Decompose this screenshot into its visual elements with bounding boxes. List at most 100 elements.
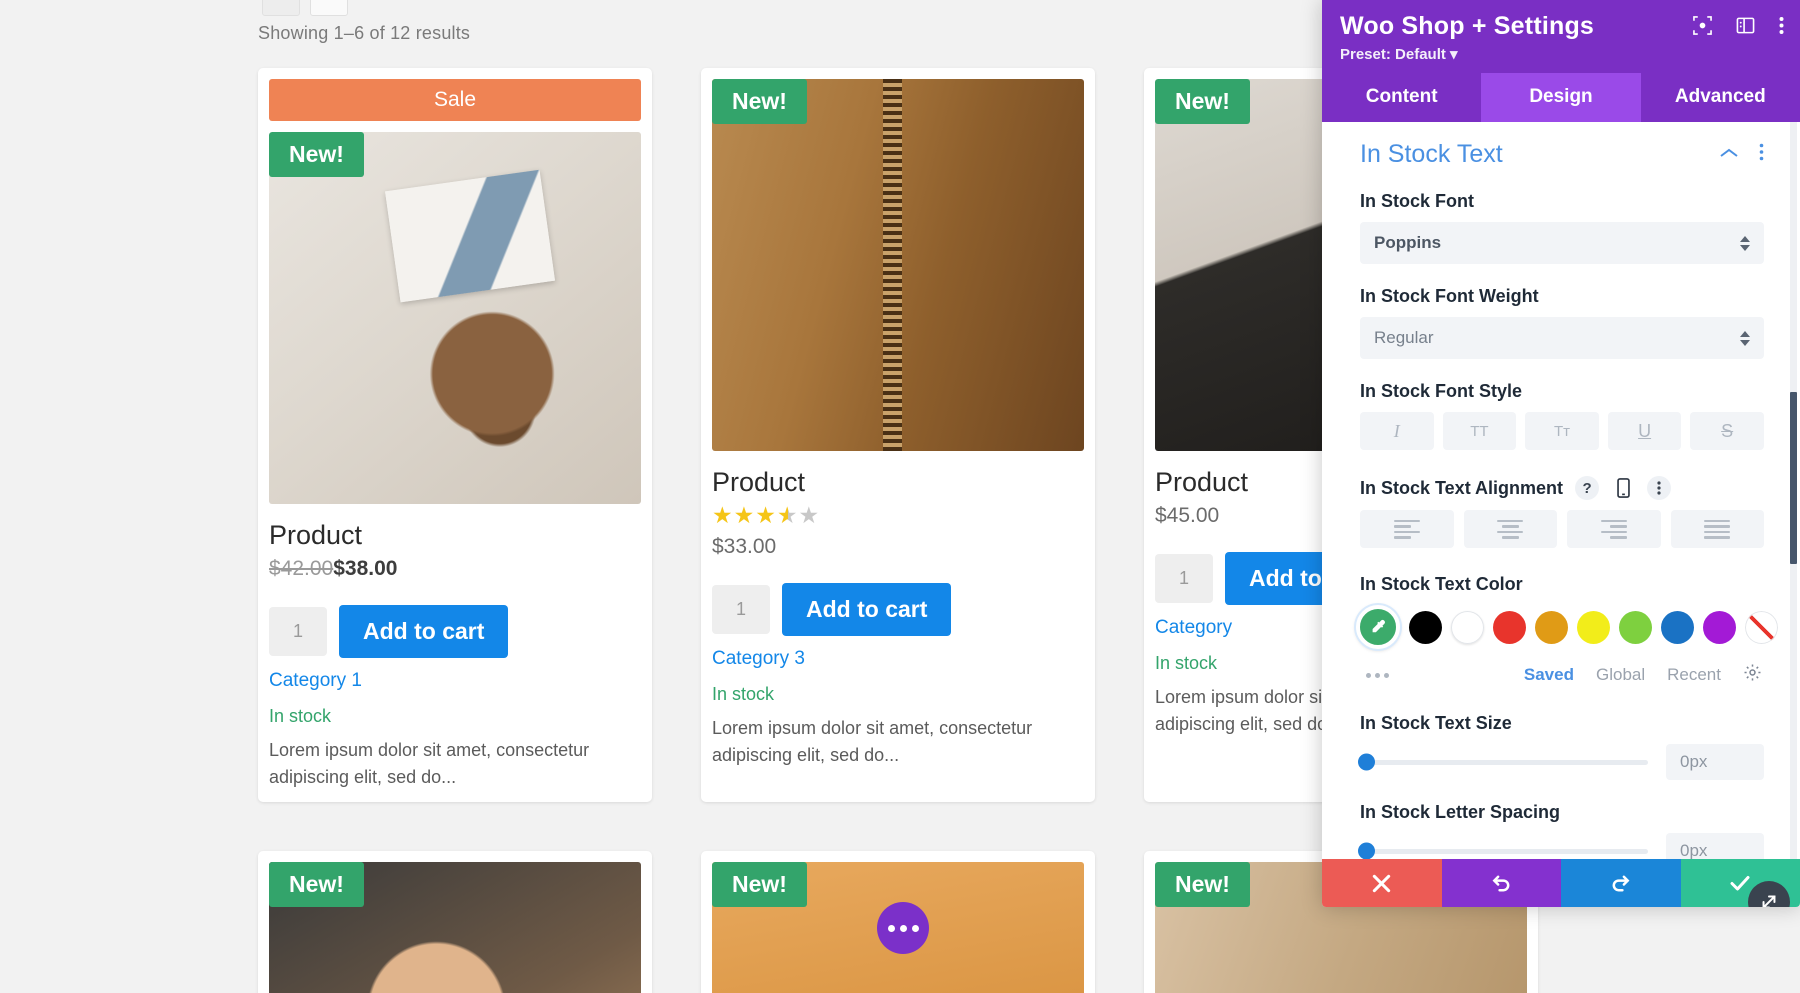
product-image[interactable]: New! [712, 79, 1084, 451]
add-to-cart-button[interactable]: Add to cart [782, 583, 952, 636]
in-stock-font-style-label: In Stock Font Style [1360, 381, 1523, 401]
layout-panel-icon[interactable] [1736, 16, 1755, 35]
pagination[interactable] [262, 0, 348, 16]
color-tab-recent[interactable]: Recent [1667, 665, 1721, 685]
product-image[interactable]: New! [269, 862, 641, 993]
text-alignment-buttons [1360, 510, 1764, 548]
product-title: Product [712, 467, 806, 497]
chevron-updown-icon [1740, 235, 1750, 251]
color-tabs: Saved Global Recent [1524, 663, 1762, 687]
results-count: Showing 1–6 of 12 results [258, 23, 471, 43]
text-size-slider-handle[interactable] [1358, 753, 1375, 771]
cancel-button[interactable] [1322, 859, 1442, 907]
panel-preset-label: Preset: Default [1340, 46, 1446, 63]
color-swatches [1356, 605, 1778, 649]
quantity-input[interactable] [1155, 554, 1213, 603]
color-tab-saved[interactable]: Saved [1524, 665, 1574, 685]
align-left-button[interactable] [1360, 510, 1454, 548]
product-card[interactable]: New! [701, 851, 1095, 993]
color-swatch-transparent[interactable] [1745, 610, 1778, 644]
product-card[interactable]: New! Product ★★★★★ $33.00 Add to cart Ca… [701, 68, 1095, 802]
panel-scrollbar-thumb[interactable] [1790, 392, 1797, 564]
undo-button[interactable] [1441, 859, 1561, 907]
cart-row: Add to cart [712, 583, 1084, 636]
color-more-options-icon[interactable] [1360, 672, 1389, 678]
letter-spacing-value[interactable]: 0px [1666, 833, 1764, 859]
check-icon [1728, 871, 1752, 895]
cart-row: Add to cart [269, 605, 641, 658]
panel-body: In Stock Text In Stock Font Poppins In S… [1322, 122, 1800, 859]
panel-preset-selector[interactable]: Preset: Default ▾ [1340, 45, 1782, 63]
help-icon[interactable]: ? [1575, 476, 1600, 500]
alignment-more-icon[interactable] [1647, 476, 1672, 500]
section-more-vertical-icon[interactable] [1759, 143, 1764, 166]
panel-scroll-area: In Stock Text In Stock Font Poppins In S… [1322, 122, 1800, 859]
tab-content[interactable]: Content [1322, 73, 1481, 122]
product-card[interactable]: Sale New! Product $42.00$38.00 Add to ca… [258, 68, 652, 802]
panel-header-icons [1693, 16, 1784, 35]
align-justify-button[interactable] [1670, 510, 1764, 548]
add-to-cart-button[interactable]: Add to cart [339, 605, 509, 658]
color-swatch-light-green[interactable] [1619, 610, 1652, 644]
align-center-button[interactable] [1463, 510, 1557, 548]
align-right-button[interactable] [1567, 510, 1661, 548]
product-image[interactable]: New! [712, 862, 1084, 993]
new-badge: New! [269, 862, 364, 907]
product-category-link[interactable]: Category 1 [269, 670, 641, 692]
text-size-slider[interactable] [1358, 753, 1648, 771]
color-swatch-blue[interactable] [1661, 610, 1694, 644]
color-swatch-purple[interactable] [1703, 610, 1736, 644]
color-swatch-yellow[interactable] [1577, 610, 1610, 644]
new-badge: New! [712, 862, 807, 907]
pagination-prev-button[interactable] [262, 0, 300, 16]
mobile-device-icon[interactable] [1611, 476, 1635, 500]
in-stock-text-alignment-label: In Stock Text Alignment ? [1360, 476, 1764, 500]
tab-design[interactable]: Design [1481, 73, 1641, 122]
product-stock-status: In stock [712, 684, 775, 704]
chevron-up-icon[interactable] [1719, 146, 1739, 164]
new-badge: New! [1155, 79, 1250, 124]
color-swatch-orange[interactable] [1535, 610, 1568, 644]
color-swatch-white[interactable] [1451, 610, 1484, 644]
product-image[interactable]: New! [269, 132, 641, 504]
uppercase-button[interactable]: TT [1442, 412, 1517, 450]
text-size-slider-row: 0px [1358, 744, 1764, 780]
in-stock-text-color-label: In Stock Text Color [1360, 574, 1523, 594]
in-stock-font-select[interactable]: Poppins [1360, 222, 1764, 264]
underline-button[interactable]: U [1607, 412, 1682, 450]
quantity-input[interactable] [712, 585, 770, 634]
product-title: Product [269, 520, 363, 550]
letter-spacing-slider-row: 0px [1358, 833, 1764, 859]
in-stock-font-value: Poppins [1374, 233, 1442, 252]
product-category-link[interactable]: Category 3 [712, 648, 1084, 670]
in-stock-font-weight-select[interactable]: Regular [1360, 317, 1764, 359]
color-swatch-red[interactable] [1493, 610, 1526, 644]
focus-target-icon[interactable] [1693, 16, 1712, 35]
letter-spacing-slider-handle[interactable] [1358, 842, 1375, 859]
product-current-price: $45.00 [1155, 504, 1220, 527]
smallcaps-button[interactable]: Tт [1525, 412, 1599, 450]
product-current-price: $33.00 [712, 535, 777, 558]
panel-tabs: Content Design Advanced [1322, 73, 1800, 122]
strikethrough-button[interactable]: S [1690, 412, 1764, 450]
font-style-buttons: I TT Tт U S [1360, 412, 1764, 450]
redo-button[interactable] [1561, 859, 1681, 907]
color-meta-row: Saved Global Recent [1360, 663, 1764, 687]
redo-icon [1609, 872, 1632, 895]
color-tab-global[interactable]: Global [1596, 665, 1645, 685]
color-swatch-eyedropper[interactable] [1356, 605, 1400, 649]
new-badge: New! [269, 132, 364, 177]
more-vertical-icon[interactable] [1779, 16, 1784, 35]
tab-advanced[interactable]: Advanced [1641, 73, 1800, 122]
in-stock-letter-spacing-label: In Stock Letter Spacing [1360, 802, 1561, 822]
product-description: Lorem ipsum dolor sit amet, consectetur … [269, 740, 590, 787]
italic-button[interactable]: I [1360, 412, 1434, 450]
letter-spacing-slider[interactable] [1358, 842, 1648, 859]
text-size-value[interactable]: 0px [1666, 744, 1764, 780]
gear-icon[interactable] [1743, 663, 1762, 687]
color-swatch-black[interactable] [1409, 610, 1442, 644]
pagination-next-button[interactable] [310, 0, 348, 16]
product-options-button[interactable] [877, 902, 929, 954]
product-card[interactable]: New! [258, 851, 652, 993]
quantity-input[interactable] [269, 607, 327, 656]
